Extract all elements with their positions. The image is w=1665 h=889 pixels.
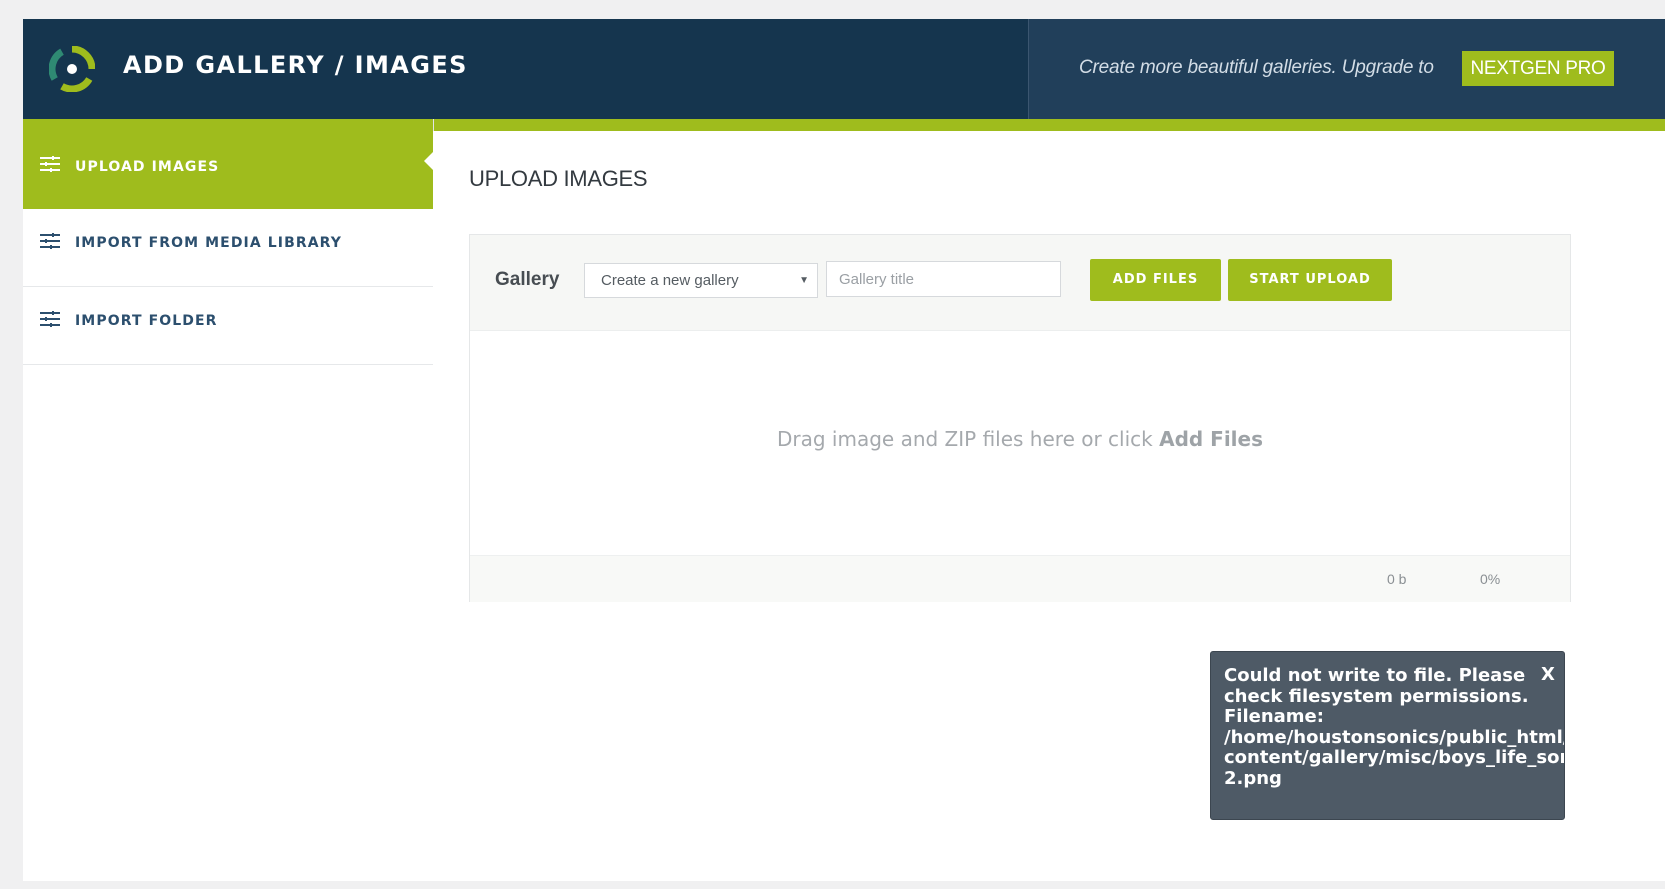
sidebar-item-import-media-library[interactable]: IMPORT FROM MEDIA LIBRARY bbox=[23, 209, 433, 287]
gallery-select-value: Create a new gallery bbox=[601, 272, 739, 289]
upgrade-banner: Create more beautiful galleries. Upgrade… bbox=[1028, 19, 1665, 119]
error-line: Could not write to file. Please bbox=[1224, 665, 1526, 686]
drop-text-prefix: Drag image and ZIP files here or click bbox=[776, 427, 1160, 451]
error-line: check filesystem permissions. bbox=[1224, 685, 1529, 707]
uploader-toolbar: Gallery Create a new gallery ▼ ADD FILES… bbox=[470, 235, 1570, 331]
section-title: UPLOAD IMAGES bbox=[469, 166, 648, 191]
caret-down-icon: ▼ bbox=[799, 275, 809, 286]
upload-progress-percent: 0% bbox=[1480, 571, 1501, 587]
drop-instructions: Drag image and ZIP files here or click A… bbox=[470, 427, 1570, 451]
sidebar-item-label: UPLOAD IMAGES bbox=[75, 159, 220, 175]
sliders-icon bbox=[40, 156, 60, 177]
drop-text-add-files: Add Files bbox=[1159, 427, 1264, 451]
error-message: Could not write to file. Please check fi… bbox=[1224, 665, 1564, 790]
add-files-button[interactable]: ADD FILES bbox=[1090, 259, 1221, 301]
gallery-title-input[interactable] bbox=[826, 261, 1061, 297]
sidebar-item-label: IMPORT FOLDER bbox=[75, 313, 218, 329]
uploader-panel: Gallery Create a new gallery ▼ ADD FILES… bbox=[469, 234, 1571, 602]
gallery-select[interactable]: Create a new gallery ▼ bbox=[584, 263, 818, 298]
sidebar-item-upload-images[interactable]: UPLOAD IMAGES bbox=[23, 119, 434, 209]
error-line: content/gallery/misc/boys_life_sonics- bbox=[1224, 747, 1564, 769]
uploader-status-bar: 0 b 0% bbox=[470, 555, 1570, 602]
nextgen-pro-button[interactable]: NEXTGEN PRO bbox=[1462, 51, 1614, 86]
error-line: /home/houstonsonics/public_html/wp- bbox=[1224, 726, 1564, 748]
sidebar: UPLOAD IMAGES IMPORT FROM MEDIA LIBRARY bbox=[23, 119, 434, 881]
header-left: ADD GALLERY / IMAGES bbox=[23, 19, 1028, 119]
sliders-icon bbox=[40, 233, 60, 254]
page-header: ADD GALLERY / IMAGES Create more beautif… bbox=[23, 19, 1665, 119]
drop-zone[interactable]: Drag image and ZIP files here or click A… bbox=[470, 331, 1570, 555]
sliders-icon bbox=[40, 311, 60, 332]
gallery-label: Gallery bbox=[495, 269, 560, 290]
page-title: ADD GALLERY / IMAGES bbox=[123, 51, 468, 79]
start-upload-button[interactable]: START UPLOAD bbox=[1228, 259, 1392, 301]
error-line: Filename: bbox=[1224, 706, 1324, 728]
sidebar-item-label: IMPORT FROM MEDIA LIBRARY bbox=[75, 235, 343, 251]
sidebar-item-import-folder[interactable]: IMPORT FOLDER bbox=[23, 287, 433, 365]
upgrade-text: Create more beautiful galleries. Upgrade… bbox=[1079, 57, 1434, 78]
total-size: 0 b bbox=[1387, 571, 1407, 587]
error-line: 2.png bbox=[1224, 767, 1282, 789]
nextgen-logo-icon bbox=[48, 45, 96, 93]
error-toast: Could not write to file. Please check fi… bbox=[1210, 651, 1565, 820]
toast-close-button[interactable]: X bbox=[1541, 664, 1555, 685]
